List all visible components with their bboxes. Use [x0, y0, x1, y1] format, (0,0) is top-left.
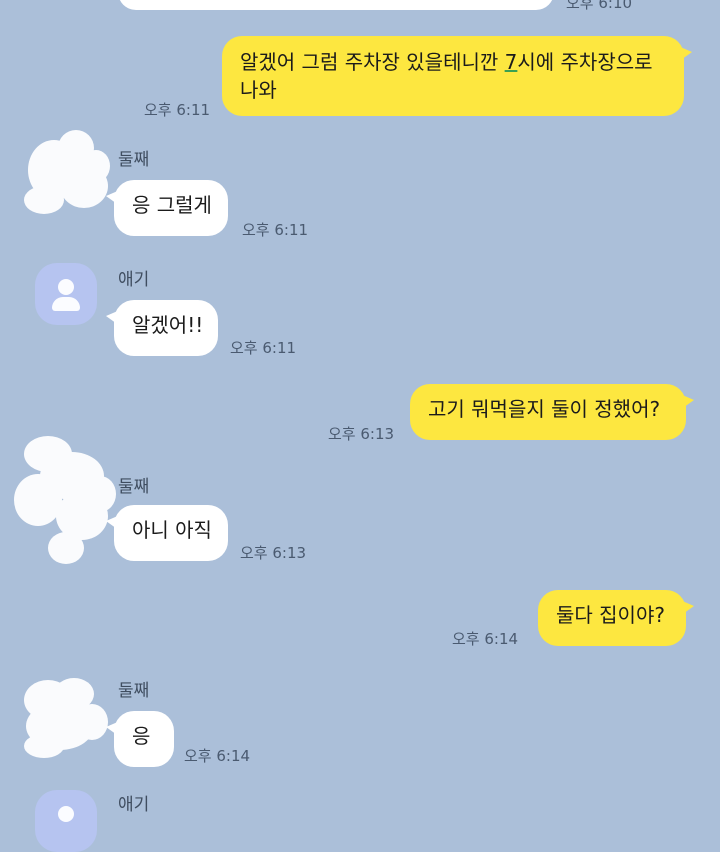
message-text: 알겠어 그럼 주차장 있을테니깐 [240, 50, 505, 74]
message-time: 오후 6:13 [328, 425, 395, 443]
sender-name: 애기 [118, 270, 150, 290]
message-text: 응 [132, 724, 151, 748]
message-text: 아니 아직 [132, 518, 212, 542]
avatar[interactable] [12, 660, 112, 760]
avatar[interactable] [8, 420, 118, 570]
message-text: 고기 뭐먹을지 둘이 정했어? [428, 397, 661, 421]
avatar[interactable] [35, 263, 97, 325]
sender-name: 둘째 [118, 150, 150, 170]
message-time: 오후 6:14 [184, 747, 251, 765]
other-message-bubble[interactable]: 아니 아직 [106, 505, 228, 561]
message-text: 둘다 집이야? [556, 603, 665, 627]
avatar[interactable] [14, 112, 114, 222]
message-time: 오후 6:11 [242, 221, 309, 239]
chat-area: 오후 6:10 알겠어 그럼 주차장 있을테니깐 7시에 주차장으로 나와 오후… [0, 0, 720, 852]
message-time: 오후 6:13 [240, 544, 307, 562]
other-message-bubble[interactable]: 알겠어!! [106, 300, 218, 356]
message-time: 오후 6:11 [230, 339, 297, 357]
message-time: 오후 6:11 [144, 101, 211, 119]
sender-name: 둘째 [118, 477, 150, 497]
message-text: 알겠어!! [132, 313, 204, 337]
my-message-bubble[interactable]: 알겠어 그럼 주차장 있을테니깐 7시에 주차장으로 나와 [222, 36, 692, 116]
person-icon [58, 806, 74, 822]
message-time: 오후 6:10 [566, 0, 633, 12]
avatar[interactable] [35, 790, 97, 852]
message-link[interactable]: 7 [505, 50, 518, 74]
message-text: 응 그럴게 [132, 193, 212, 217]
message-time: 오후 6:14 [452, 630, 519, 648]
other-message-bubble[interactable]: 응 [106, 711, 174, 767]
message-text: 시에 주차장으로 [517, 50, 653, 74]
sender-name: 둘째 [118, 681, 150, 701]
my-message-bubble[interactable]: 고기 뭐먹을지 둘이 정했어? [410, 384, 694, 440]
sender-name: 애기 [118, 795, 150, 815]
message-text: 나와 [240, 78, 277, 102]
my-message-bubble[interactable]: 둘다 집이야? [538, 590, 694, 646]
message-bubble-partial[interactable] [118, 0, 554, 10]
person-icon [58, 279, 74, 295]
other-message-bubble[interactable]: 응 그럴게 [106, 180, 228, 236]
